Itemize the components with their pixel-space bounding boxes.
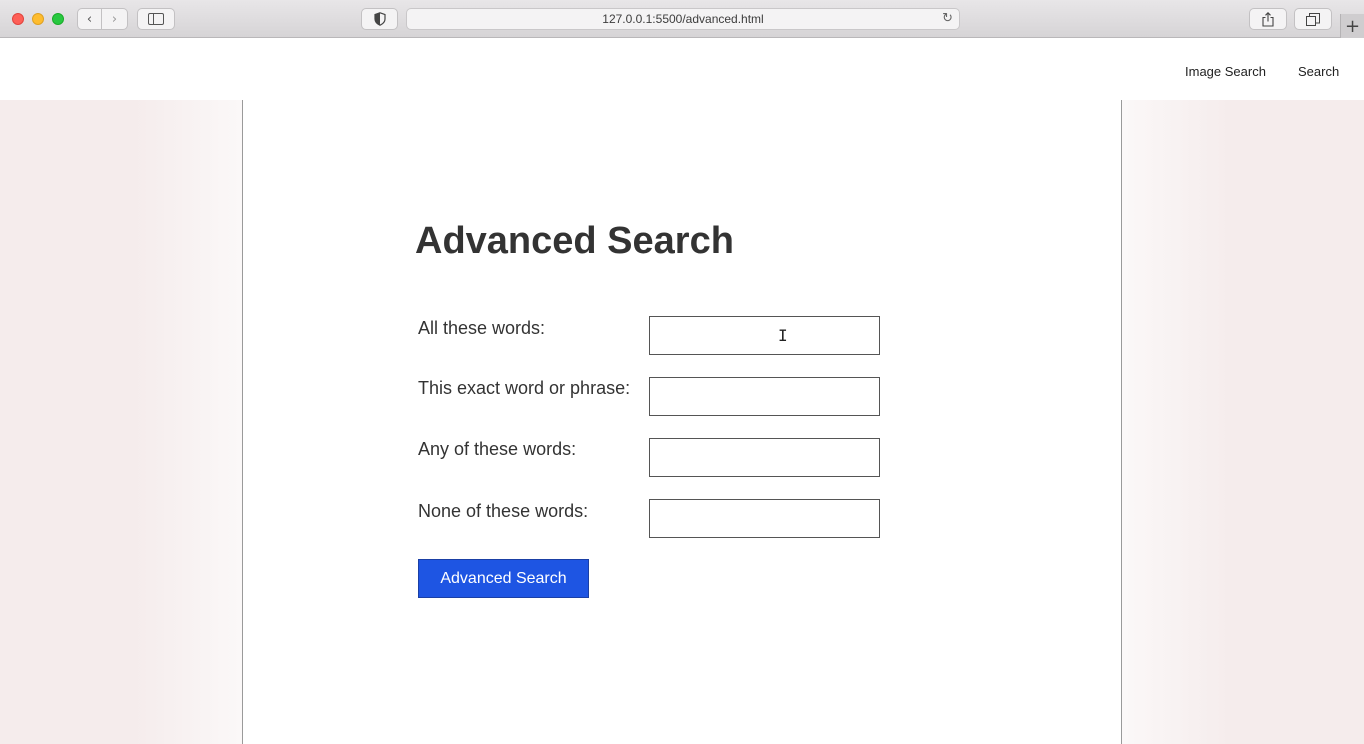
page-background: Advanced Search All these words: This ex… bbox=[0, 100, 1364, 744]
all-words-input[interactable] bbox=[649, 316, 880, 355]
page-title: Advanced Search bbox=[415, 220, 734, 262]
chevron-left-icon: ‹ bbox=[86, 11, 93, 27]
image-search-link[interactable]: Image Search bbox=[1185, 64, 1266, 79]
browser-toolbar: ‹ › 127.0.0.1:5500/advanced.html ↻ + bbox=[0, 0, 1364, 38]
maximize-window-icon[interactable] bbox=[52, 13, 64, 25]
right-margin bbox=[1122, 100, 1364, 744]
privacy-report-button[interactable] bbox=[361, 8, 398, 30]
none-words-input[interactable] bbox=[649, 499, 880, 538]
address-bar[interactable]: 127.0.0.1:5500/advanced.html ↻ bbox=[406, 8, 960, 30]
text-cursor-icon: I bbox=[778, 326, 788, 345]
chevron-right-icon: › bbox=[111, 11, 118, 27]
exact-phrase-label: This exact word or phrase: bbox=[418, 378, 631, 398]
minimize-window-icon[interactable] bbox=[32, 13, 44, 25]
tab-overview-button[interactable] bbox=[1294, 8, 1332, 30]
shield-icon bbox=[373, 12, 386, 26]
site-header: Image Search Search bbox=[0, 38, 1364, 100]
all-words-label: All these words: bbox=[418, 318, 546, 338]
none-words-label: None of these words: bbox=[418, 501, 589, 521]
url-text: 127.0.0.1:5500/advanced.html bbox=[602, 12, 764, 26]
any-words-label: Any of these words: bbox=[418, 439, 577, 459]
exact-phrase-input[interactable] bbox=[649, 377, 880, 416]
search-link[interactable]: Search bbox=[1298, 64, 1339, 79]
back-button[interactable]: ‹ bbox=[77, 8, 102, 30]
plus-icon: + bbox=[1344, 15, 1361, 37]
any-words-input[interactable] bbox=[649, 438, 880, 477]
sidebar-icon bbox=[148, 13, 164, 25]
main-content: Advanced Search All these words: This ex… bbox=[242, 100, 1122, 744]
left-margin bbox=[0, 100, 242, 744]
share-icon bbox=[1262, 11, 1274, 27]
share-button[interactable] bbox=[1249, 8, 1287, 30]
tabs-icon bbox=[1306, 12, 1320, 26]
close-window-icon[interactable] bbox=[12, 13, 24, 25]
reload-icon[interactable]: ↻ bbox=[942, 11, 953, 26]
advanced-search-button[interactable]: Advanced Search bbox=[418, 559, 589, 598]
new-tab-button[interactable]: + bbox=[1340, 14, 1364, 38]
forward-button[interactable]: › bbox=[102, 8, 128, 30]
sidebar-toggle-button[interactable] bbox=[137, 8, 175, 30]
